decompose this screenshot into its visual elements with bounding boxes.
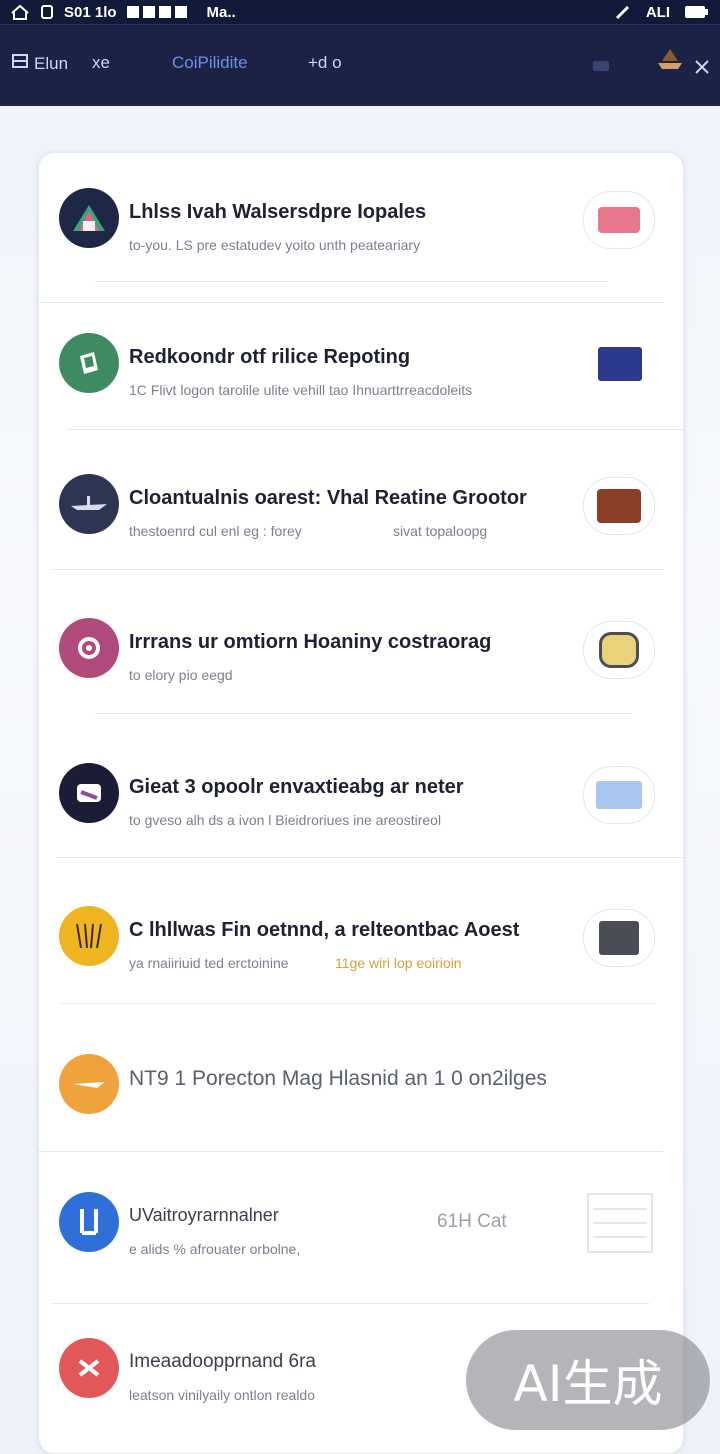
notification-icons (126, 4, 197, 20)
item-subtitle-secondary: 11ge wiri lop eoirioin (335, 955, 462, 971)
ship-icon[interactable] (656, 47, 684, 76)
avatar (59, 906, 119, 966)
item-title: Redkoondr otf rilice Repoting (129, 346, 411, 368)
nav-item-label: xe (92, 53, 110, 72)
item-title: UVaitroyrarnnalner (129, 1205, 279, 1225)
wallet-icon (597, 489, 641, 523)
item-title: Gieat 3 opoolr envaxtieabg ar neter (129, 776, 464, 798)
food-icon (599, 632, 639, 668)
divider (67, 429, 683, 430)
sim-icon (40, 4, 54, 20)
avatar (59, 474, 119, 534)
list-item[interactable]: Cloantualnis oarest: Vhal Reatine Grooto… (39, 439, 683, 539)
status-left-text: S01 1lo (64, 3, 117, 21)
item-thumbnail[interactable] (583, 191, 655, 249)
avatar (59, 1192, 119, 1252)
list-item[interactable]: C lhllwas Fin oetnnd, a relteontbac Aoes… (39, 871, 683, 971)
divider (57, 857, 683, 858)
item-subtitle: thestoenrd cul enl eg : forey (129, 523, 302, 539)
list-panel: Lhlss Ivah Walsersdpre Iopales to-you. L… (38, 152, 684, 1454)
item-subtitle: leatson vinilyaily ontlon realdo (129, 1387, 315, 1403)
avatar (59, 333, 119, 393)
avatar (59, 188, 119, 248)
avatar (59, 618, 119, 678)
item-title: Lhlss Ivah Walsersdpre Iopales (129, 201, 427, 223)
divider (39, 1151, 663, 1152)
list-item[interactable]: Redkoondr otf rilice Repoting 1C Flivt l… (39, 298, 683, 398)
divider (53, 569, 663, 570)
item-subtitle: 1C Flivt logon tarolile ulite vehill tao… (129, 382, 473, 398)
divider (61, 1003, 655, 1004)
home-icon (10, 4, 30, 20)
list-item[interactable]: Lhlss Ivah Walsersdpre Iopales to-you. L… (39, 153, 683, 253)
nav-item-4[interactable]: +d o (308, 53, 342, 73)
list-item[interactable]: Irrrans ur omtiorn Hoaniny costraorag to… (39, 583, 683, 683)
ai-generated-watermark: AI生成 (466, 1330, 710, 1430)
nav-item-label: CoiPilidite (172, 53, 248, 72)
status-left-text-2: Ma.. (206, 3, 236, 21)
list-icon (587, 1193, 653, 1253)
item-subtitle: to-you. LS pre estatudev yoito unth peat… (129, 237, 421, 253)
panel-icon (12, 53, 28, 74)
nav-item-2[interactable]: xe (92, 53, 110, 73)
device-icon (599, 921, 639, 955)
item-subtitle: e alids % afrouater orbolne, (129, 1241, 301, 1257)
nav-item-active[interactable]: CoiPilidite (172, 53, 248, 73)
item-thumbnail[interactable] (583, 909, 655, 967)
status-right-text: ALI (645, 3, 670, 21)
nav-item-label: Elun (34, 53, 69, 73)
item-subtitle: to gveso alh ds a ivon l Bieidroriues in… (129, 812, 442, 828)
location-icon (614, 4, 632, 20)
document-icon (598, 347, 642, 381)
chat-icon[interactable] (592, 59, 610, 77)
item-subtitle-secondary: sivat topaloopg (393, 523, 488, 539)
card-icon (598, 207, 640, 233)
nav-item-home[interactable]: Elun (12, 53, 68, 74)
item-title: C lhllwas Fin oetnnd, a relteontbac Aoes… (129, 919, 520, 941)
top-navbar: Elun xe CoiPilidite +d o (0, 24, 720, 106)
avatar (59, 1338, 119, 1398)
avatar (59, 1054, 119, 1114)
nav-item-label: +d o (308, 53, 342, 72)
status-bar: S01 1lo Ma.. ALI (0, 0, 720, 24)
list-item[interactable]: NT9 1 Porecton Mag Hlasnid an 1 0 on2ilg… (39, 1019, 683, 1119)
close-icon[interactable] (694, 59, 710, 80)
item-thumbnail[interactable] (583, 766, 655, 824)
divider (95, 713, 631, 714)
avatar (59, 763, 119, 823)
item-subtitle: to elory pio eegd (129, 667, 233, 683)
calendar-icon (596, 781, 642, 809)
item-title: NT9 1 Porecton Mag Hlasnid an 1 0 on2ilg… (129, 1067, 547, 1090)
item-thumbnail[interactable] (585, 336, 655, 392)
divider (95, 281, 607, 282)
item-side-text: 61H Cat (437, 1211, 507, 1232)
item-thumbnail[interactable] (585, 1193, 655, 1253)
item-subtitle: ya rnaiiriuid ted erctoinine (129, 955, 289, 971)
item-title: Irrrans ur omtiorn Hoaniny costraorag (129, 631, 492, 653)
item-title: Cloantualnis oarest: Vhal Reatine Grooto… (129, 487, 527, 509)
item-thumbnail[interactable] (583, 621, 655, 679)
list-item[interactable]: UVaitroyrarnnalner e alids % afrouater o… (39, 1157, 683, 1257)
item-title: Imeaadoopprnand 6ra (129, 1351, 316, 1372)
list-item[interactable]: Gieat 3 opoolr envaxtieabg ar neter to g… (39, 728, 683, 828)
battery-icon (684, 4, 710, 20)
item-thumbnail[interactable] (583, 477, 655, 535)
